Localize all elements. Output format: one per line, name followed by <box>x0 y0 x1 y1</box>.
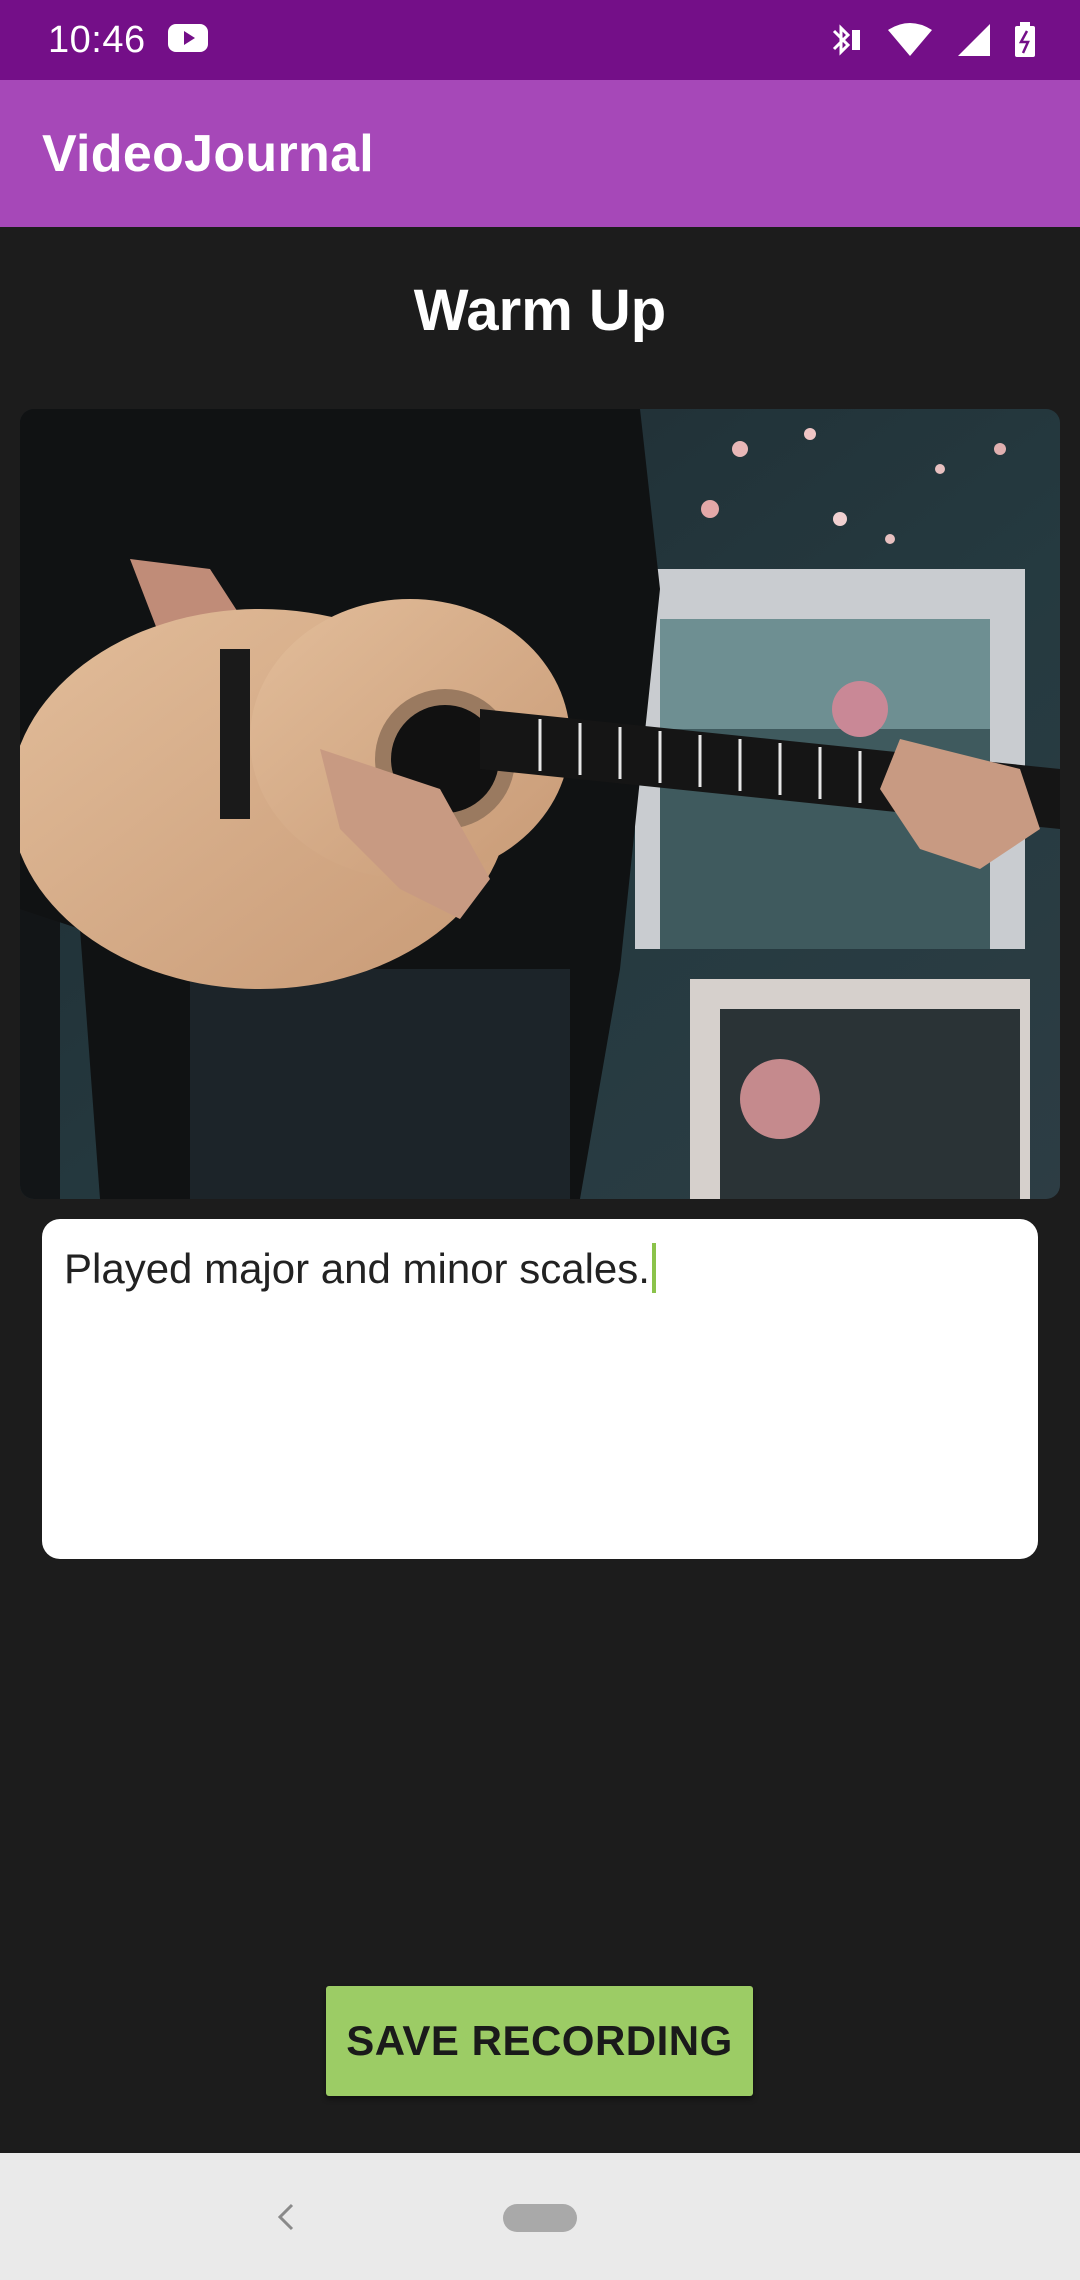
youtube-icon <box>167 23 208 58</box>
status-time: 10:46 <box>48 18 146 61</box>
entry-title: Warm Up <box>413 278 667 343</box>
bluetooth-icon <box>828 21 864 59</box>
video-thumbnail[interactable] <box>20 409 1060 1199</box>
text-cursor <box>651 1243 656 1293</box>
navigation-bar <box>0 2153 1080 2280</box>
save-recording-button[interactable]: SAVE RECORDING <box>326 1986 753 2096</box>
app-title: VideoJournal <box>42 124 375 183</box>
status-left: 10:46 <box>48 19 208 62</box>
battery-icon <box>1014 22 1036 58</box>
notes-text: Played major and minor scales. <box>64 1245 650 1292</box>
notes-input[interactable]: Played major and minor scales. <box>42 1219 1038 1559</box>
status-bar: 10:46 <box>0 0 1080 80</box>
back-icon[interactable] <box>272 2197 300 2242</box>
content-area: Warm Up Played major and minor scales. S… <box>0 227 1080 2153</box>
wifi-icon <box>886 22 934 58</box>
app-bar: VideoJournal <box>0 80 1080 227</box>
signal-icon <box>956 22 992 58</box>
status-right <box>828 21 1036 59</box>
home-pill-icon[interactable] <box>503 2204 577 2232</box>
